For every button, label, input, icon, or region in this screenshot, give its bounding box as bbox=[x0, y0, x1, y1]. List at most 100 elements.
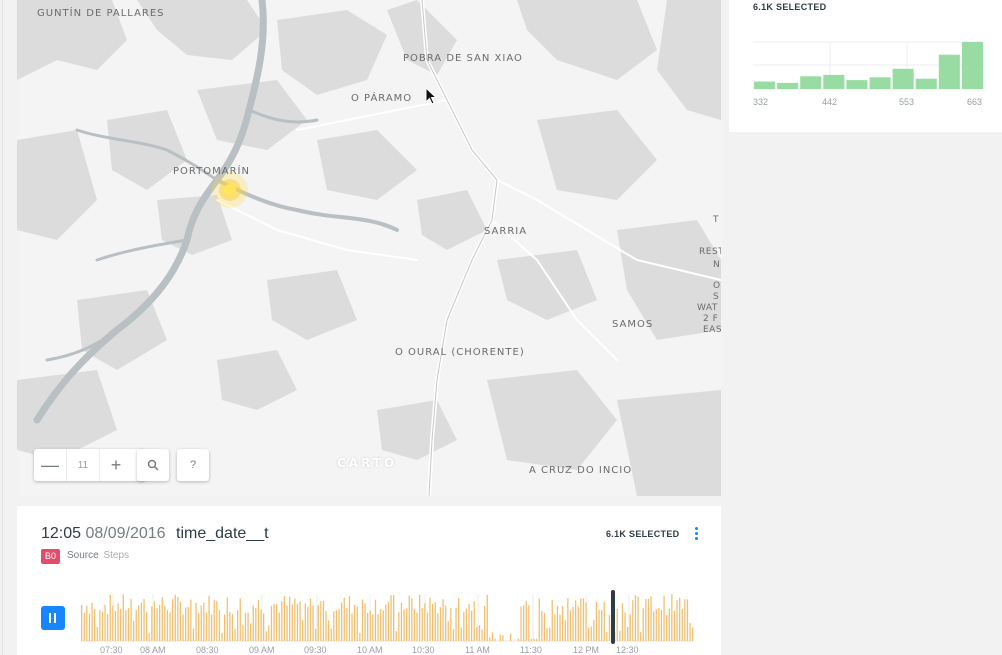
carto-logo: CARTO bbox=[337, 456, 398, 470]
time-series-bar bbox=[268, 625, 270, 641]
time-series-bar bbox=[559, 614, 561, 641]
time-series-bar bbox=[668, 608, 670, 641]
time-series-bar bbox=[679, 597, 681, 641]
time-series-bar bbox=[166, 610, 169, 641]
time-series-bar bbox=[653, 611, 655, 641]
time-series-bar bbox=[216, 601, 218, 641]
time-series-bar bbox=[330, 628, 332, 641]
time-series-bar bbox=[692, 627, 694, 641]
time-series-bar bbox=[309, 598, 312, 641]
time-series-bar bbox=[218, 610, 221, 641]
map-search-button[interactable] bbox=[137, 449, 169, 481]
time-series-bar bbox=[478, 625, 481, 641]
histogram-bar bbox=[800, 76, 822, 89]
time-series-bar bbox=[112, 605, 114, 641]
time-series-bar bbox=[208, 596, 210, 641]
time-series-bar bbox=[83, 612, 85, 641]
zoom-level: 11 bbox=[66, 449, 100, 481]
time-series-bar bbox=[364, 603, 366, 641]
time-series-bar bbox=[203, 602, 205, 641]
histogram-tick: 332 bbox=[753, 97, 769, 107]
map-label: GUNTÍN DE PALLARES bbox=[37, 8, 165, 19]
histogram-bar bbox=[938, 54, 960, 89]
zoom-out-button[interactable]: — bbox=[34, 449, 66, 481]
time-series-bar bbox=[307, 606, 309, 641]
time-series-bar bbox=[551, 599, 553, 641]
histogram-bar bbox=[846, 80, 868, 89]
time-series-bar bbox=[281, 601, 283, 641]
time-series-bar bbox=[229, 612, 231, 641]
time-series-bar bbox=[177, 597, 179, 641]
time-series-bar bbox=[538, 598, 540, 641]
time-series-bar bbox=[403, 609, 405, 641]
histogram-chart[interactable] bbox=[729, 0, 1002, 132]
map-label: SARRIA bbox=[484, 226, 528, 237]
time-series-bar bbox=[367, 612, 369, 641]
time-series-bar bbox=[260, 609, 262, 641]
time-series-bar bbox=[541, 610, 543, 641]
histogram-bar bbox=[961, 42, 983, 89]
time-series-bar bbox=[351, 613, 353, 641]
time-series-bar bbox=[107, 614, 109, 641]
time-series-bar bbox=[645, 599, 647, 641]
time-series-bar bbox=[627, 627, 629, 641]
time-series-bar bbox=[348, 596, 351, 641]
time-series-bar bbox=[642, 608, 644, 641]
time-series-bar bbox=[278, 612, 280, 641]
help-button[interactable]: ? bbox=[177, 449, 209, 481]
time-series-bar bbox=[140, 602, 143, 641]
time-series-bar bbox=[580, 598, 582, 641]
time-series-bar bbox=[343, 597, 345, 641]
time-series-bar bbox=[252, 605, 254, 641]
time-series-bar bbox=[221, 632, 223, 641]
time-series-bar bbox=[445, 605, 447, 641]
time-series-bar bbox=[156, 608, 158, 641]
time-series-bar bbox=[624, 612, 626, 641]
time-series-bar bbox=[192, 628, 195, 641]
map-label: POBRA DE SAN XIAO bbox=[403, 53, 523, 64]
time-series-bar bbox=[244, 613, 247, 641]
time-series-bar bbox=[588, 627, 590, 641]
time-series-bar bbox=[673, 610, 676, 641]
histogram-tick: 663 bbox=[967, 97, 983, 107]
time-series-bar bbox=[460, 627, 462, 641]
zoom-in-button[interactable]: + bbox=[100, 449, 132, 481]
time-series-chart[interactable] bbox=[17, 506, 721, 655]
time-playhead-handle[interactable] bbox=[611, 590, 615, 644]
time-series-bar bbox=[143, 599, 145, 641]
time-series-bar bbox=[473, 601, 475, 641]
time-series-bar bbox=[382, 610, 384, 641]
time-series-bar bbox=[416, 612, 418, 641]
time-tick: 12:30 bbox=[616, 645, 639, 655]
time-series-bar bbox=[595, 602, 598, 641]
time-series-bar bbox=[161, 597, 163, 641]
time-series-bar bbox=[312, 605, 314, 641]
time-series-bar bbox=[346, 607, 348, 641]
time-series-bar bbox=[616, 608, 618, 641]
time-tick: 10 AM bbox=[357, 645, 383, 655]
time-series-bar bbox=[325, 610, 327, 641]
time-series-bar bbox=[660, 609, 663, 641]
time-series-bar bbox=[601, 610, 603, 641]
time-series-bar bbox=[294, 598, 296, 641]
time-series-bar bbox=[148, 633, 150, 641]
histogram-bar bbox=[892, 68, 914, 89]
time-series-bar bbox=[374, 599, 377, 641]
time-series-bar bbox=[317, 605, 319, 641]
time-series-bar bbox=[273, 603, 275, 641]
time-series-bar bbox=[291, 604, 293, 641]
hotspot-marker bbox=[212, 172, 248, 208]
time-series-bar bbox=[276, 604, 278, 641]
time-series-bar bbox=[226, 597, 228, 641]
time-series-bar bbox=[520, 606, 522, 641]
time-series-bar bbox=[372, 614, 374, 641]
time-series-bar bbox=[585, 602, 587, 641]
map-view[interactable]: GUNTÍN DE PALLARES POBRA DE SAN XIAO O P… bbox=[17, 0, 721, 496]
time-series-bar bbox=[257, 600, 260, 641]
histogram-bar bbox=[777, 82, 799, 89]
time-series-bar bbox=[185, 607, 187, 641]
time-series-bar bbox=[510, 633, 512, 641]
basemap bbox=[17, 0, 721, 496]
time-tick: 11 AM bbox=[465, 645, 490, 655]
map-edge-label: 2 F bbox=[703, 314, 719, 324]
